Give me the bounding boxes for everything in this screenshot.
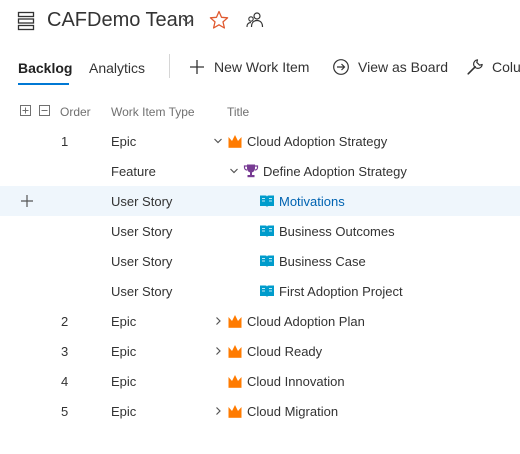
- row-order: 2: [61, 314, 69, 329]
- table-row[interactable]: User Story Motivations: [0, 186, 520, 216]
- arrow-circle-icon: [333, 59, 349, 75]
- tab-backlog[interactable]: Backlog: [18, 60, 72, 76]
- tab-analytics[interactable]: Analytics: [89, 60, 145, 76]
- minus-icon: [41, 110, 48, 111]
- plus-icon: [22, 107, 29, 114]
- book-icon: [260, 225, 274, 238]
- table-row[interactable]: 3 Epic Cloud Ready: [0, 336, 520, 366]
- backlogs-icon: [17, 11, 35, 31]
- row-work-item-type: User Story: [111, 224, 173, 239]
- crown-icon: [228, 345, 242, 358]
- column-header-title[interactable]: Title: [227, 105, 249, 119]
- table-row[interactable]: User Story Business Outcomes: [0, 216, 520, 246]
- backlog-toolbar: Backlog Analytics New Work Item View as …: [0, 50, 520, 90]
- row-order: 4: [61, 374, 69, 389]
- grid-header: Order Work Item Type Title: [0, 100, 520, 126]
- row-title[interactable]: Motivations: [279, 194, 345, 209]
- active-tab-indicator: [18, 83, 69, 85]
- view-as-board-button[interactable]: View as Board: [332, 56, 448, 78]
- row-title[interactable]: First Adoption Project: [279, 284, 403, 299]
- row-order: 5: [61, 404, 69, 419]
- view-as-board-label: View as Board: [358, 59, 449, 75]
- chevron-right-icon[interactable]: [213, 345, 223, 357]
- book-icon: [260, 285, 274, 298]
- team-name: CAFDemo Team: [47, 9, 195, 31]
- page-header: CAFDemo Team: [0, 0, 520, 44]
- row-title[interactable]: Cloud Innovation: [247, 374, 345, 389]
- table-row[interactable]: 2 Epic Cloud Adoption Plan: [0, 306, 520, 336]
- row-order: 1: [61, 134, 69, 149]
- column-options-label: Colu: [492, 59, 520, 75]
- row-work-item-type: Epic: [111, 134, 137, 149]
- row-work-item-type: Epic: [111, 404, 137, 419]
- crown-icon: [228, 405, 242, 418]
- column-options-button[interactable]: Colu: [466, 56, 520, 78]
- row-title[interactable]: Define Adoption Strategy: [263, 164, 407, 179]
- row-work-item-type: User Story: [111, 284, 173, 299]
- row-title[interactable]: Business Case: [279, 254, 366, 269]
- row-order: 3: [61, 344, 69, 359]
- row-title[interactable]: Cloud Ready: [247, 344, 322, 359]
- crown-icon: [228, 375, 242, 388]
- column-header-order[interactable]: Order: [60, 105, 91, 119]
- column-header-type[interactable]: Work Item Type: [111, 105, 195, 119]
- wrench-icon: [467, 59, 483, 75]
- crown-icon: [228, 315, 242, 328]
- chevron-down-icon[interactable]: [181, 14, 195, 28]
- row-work-item-type: User Story: [111, 194, 173, 209]
- row-title[interactable]: Cloud Adoption Plan: [247, 314, 365, 329]
- plus-icon: [190, 60, 204, 74]
- table-row[interactable]: User Story First Adoption Project: [0, 276, 520, 306]
- row-work-item-type: Epic: [111, 374, 137, 389]
- table-row[interactable]: Feature Define Adoption Strategy: [0, 156, 520, 186]
- row-work-item-type: Epic: [111, 344, 137, 359]
- backlog-grid: 1 Epic Cloud Adoption Strategy Feature Defin…: [0, 126, 520, 426]
- toolbar-divider: [169, 54, 170, 78]
- expand-all-button[interactable]: [20, 105, 31, 116]
- people-icon[interactable]: [246, 11, 264, 29]
- collapse-all-button[interactable]: [39, 105, 50, 116]
- table-row[interactable]: 5 Epic Cloud Migration: [0, 396, 520, 426]
- chevron-right-icon[interactable]: [213, 405, 223, 417]
- chevron-down-icon[interactable]: [213, 135, 223, 147]
- table-row[interactable]: 4 Epic Cloud Innovation: [0, 366, 520, 396]
- table-row[interactable]: User Story Business Case: [0, 246, 520, 276]
- row-title[interactable]: Business Outcomes: [279, 224, 395, 239]
- add-child-icon[interactable]: [20, 194, 34, 208]
- row-work-item-type: Feature: [111, 164, 156, 179]
- book-icon: [260, 255, 274, 268]
- book-icon: [260, 195, 274, 208]
- row-work-item-type: Epic: [111, 314, 137, 329]
- chevron-down-icon[interactable]: [229, 165, 239, 177]
- chevron-right-icon[interactable]: [213, 315, 223, 327]
- crown-icon: [228, 135, 242, 148]
- new-work-item-button[interactable]: New Work Item: [188, 56, 309, 78]
- star-outline-icon[interactable]: [209, 10, 229, 30]
- trophy-icon: [243, 164, 259, 178]
- row-title[interactable]: Cloud Migration: [247, 404, 338, 419]
- table-row[interactable]: 1 Epic Cloud Adoption Strategy: [0, 126, 520, 156]
- new-work-item-label: New Work Item: [214, 59, 310, 75]
- row-work-item-type: User Story: [111, 254, 173, 269]
- row-title[interactable]: Cloud Adoption Strategy: [247, 134, 387, 149]
